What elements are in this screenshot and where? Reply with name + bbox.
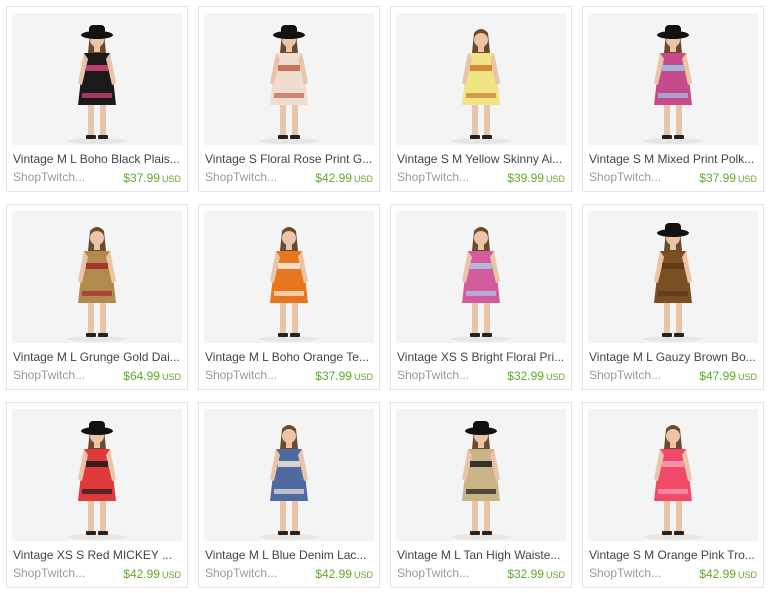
price-amount: $42.99 bbox=[315, 171, 352, 185]
price-currency: USD bbox=[737, 570, 757, 580]
listing-price: $64.99 USD bbox=[123, 369, 181, 384]
price-currency: USD bbox=[737, 372, 757, 382]
shop-name[interactable]: ShopTwitch... bbox=[397, 566, 469, 580]
listing-title[interactable]: Vintage M L Tan High Waiste... bbox=[397, 548, 569, 562]
price-amount: $42.99 bbox=[315, 567, 352, 581]
listing-card[interactable]: Vintage XS S Red MICKEY ... ShopTwitch...… bbox=[6, 402, 188, 588]
price-currency: USD bbox=[545, 372, 565, 382]
listing-title[interactable]: Vintage M L Boho Orange Te... bbox=[205, 350, 377, 364]
listing-card[interactable]: Vintage XS S Bright Floral Pri... ShopTwi… bbox=[390, 204, 572, 390]
listing-price: $37.99 USD bbox=[123, 171, 181, 186]
listing-card[interactable]: Vintage S M Orange Pink Tro... ShopTwitch… bbox=[582, 402, 764, 588]
listing-grid: Vintage M L Boho Black Plais... ShopTwitc… bbox=[0, 0, 776, 593]
price-amount: $42.99 bbox=[123, 567, 160, 581]
listing-price: $42.99 USD bbox=[123, 567, 181, 582]
listing-price: $37.99 USD bbox=[699, 171, 757, 186]
shop-name[interactable]: ShopTwitch... bbox=[397, 170, 469, 184]
listing-photo[interactable] bbox=[204, 211, 374, 343]
listing-price: $39.99 USD bbox=[507, 171, 565, 186]
listing-card[interactable]: Vintage M L Boho Black Plais... ShopTwitc… bbox=[6, 6, 188, 192]
listing-price: $32.99 USD bbox=[507, 567, 565, 582]
listing-title[interactable]: Vintage S Floral Rose Print G... bbox=[205, 152, 377, 166]
price-currency: USD bbox=[737, 174, 757, 184]
price-amount: $37.99 bbox=[315, 369, 352, 383]
shop-name[interactable]: ShopTwitch... bbox=[397, 368, 469, 382]
listing-photo[interactable] bbox=[396, 13, 566, 145]
price-currency: USD bbox=[161, 372, 181, 382]
listing-title[interactable]: Vintage S M Orange Pink Tro... bbox=[589, 548, 761, 562]
listing-card[interactable]: Vintage S M Mixed Print Polk... ShopTwitc… bbox=[582, 6, 764, 192]
listing-photo[interactable] bbox=[396, 211, 566, 343]
listing-price: $32.99 USD bbox=[507, 369, 565, 384]
price-amount: $39.99 bbox=[507, 171, 544, 185]
listing-card[interactable]: Vintage S Floral Rose Print G... ShopTwit… bbox=[198, 6, 380, 192]
shop-name[interactable]: ShopTwitch... bbox=[13, 368, 85, 382]
price-currency: USD bbox=[545, 174, 565, 184]
listing-photo[interactable] bbox=[588, 211, 758, 343]
listing-price: $47.99 USD bbox=[699, 369, 757, 384]
listing-photo[interactable] bbox=[396, 409, 566, 541]
price-currency: USD bbox=[353, 570, 373, 580]
listing-title[interactable]: Vintage M L Blue Denim Lac... bbox=[205, 548, 377, 562]
listing-photo[interactable] bbox=[204, 13, 374, 145]
price-amount: $42.99 bbox=[699, 567, 736, 581]
price-amount: $32.99 bbox=[507, 567, 544, 581]
price-currency: USD bbox=[353, 372, 373, 382]
listing-title[interactable]: Vintage M L Boho Black Plais... bbox=[13, 152, 185, 166]
listing-price: $42.99 USD bbox=[315, 567, 373, 582]
listing-card[interactable]: Vintage S M Yellow Skinny Ai... ShopTwitc… bbox=[390, 6, 572, 192]
price-amount: $32.99 bbox=[507, 369, 544, 383]
listing-title[interactable]: Vintage S M Mixed Print Polk... bbox=[589, 152, 761, 166]
listing-card[interactable]: Vintage M L Boho Orange Te... ShopTwitch.… bbox=[198, 204, 380, 390]
price-amount: $37.99 bbox=[699, 171, 736, 185]
listing-card[interactable]: Vintage M L Gauzy Brown Bo... ShopTwitch.… bbox=[582, 204, 764, 390]
shop-name[interactable]: ShopTwitch... bbox=[205, 368, 277, 382]
listing-photo[interactable] bbox=[588, 13, 758, 145]
price-amount: $37.99 bbox=[123, 171, 160, 185]
listing-photo[interactable] bbox=[588, 409, 758, 541]
price-currency: USD bbox=[545, 570, 565, 580]
price-currency: USD bbox=[161, 570, 181, 580]
listing-title[interactable]: Vintage XS S Bright Floral Pri... bbox=[397, 350, 569, 364]
listing-title[interactable]: Vintage M L Grunge Gold Dai... bbox=[13, 350, 185, 364]
shop-name[interactable]: ShopTwitch... bbox=[205, 566, 277, 580]
shop-name[interactable]: ShopTwitch... bbox=[589, 170, 661, 184]
listing-photo[interactable] bbox=[12, 409, 182, 541]
shop-name[interactable]: ShopTwitch... bbox=[589, 566, 661, 580]
listing-card[interactable]: Vintage M L Grunge Gold Dai... ShopTwitch… bbox=[6, 204, 188, 390]
listing-price: $42.99 USD bbox=[315, 171, 373, 186]
price-amount: $47.99 bbox=[699, 369, 736, 383]
listing-title[interactable]: Vintage XS S Red MICKEY ... bbox=[13, 548, 185, 562]
listing-photo[interactable] bbox=[204, 409, 374, 541]
listing-title[interactable]: Vintage S M Yellow Skinny Ai... bbox=[397, 152, 569, 166]
listing-photo[interactable] bbox=[12, 211, 182, 343]
price-amount: $64.99 bbox=[123, 369, 160, 383]
shop-name[interactable]: ShopTwitch... bbox=[589, 368, 661, 382]
price-currency: USD bbox=[353, 174, 373, 184]
listing-price: $42.99 USD bbox=[699, 567, 757, 582]
listing-photo[interactable] bbox=[12, 13, 182, 145]
listing-title[interactable]: Vintage M L Gauzy Brown Bo... bbox=[589, 350, 761, 364]
listing-card[interactable]: Vintage M L Tan High Waiste... ShopTwitch… bbox=[390, 402, 572, 588]
shop-name[interactable]: ShopTwitch... bbox=[13, 170, 85, 184]
listing-card[interactable]: Vintage M L Blue Denim Lac... ShopTwitch.… bbox=[198, 402, 380, 588]
price-currency: USD bbox=[161, 174, 181, 184]
listing-price: $37.99 USD bbox=[315, 369, 373, 384]
shop-name[interactable]: ShopTwitch... bbox=[205, 170, 277, 184]
shop-name[interactable]: ShopTwitch... bbox=[13, 566, 85, 580]
